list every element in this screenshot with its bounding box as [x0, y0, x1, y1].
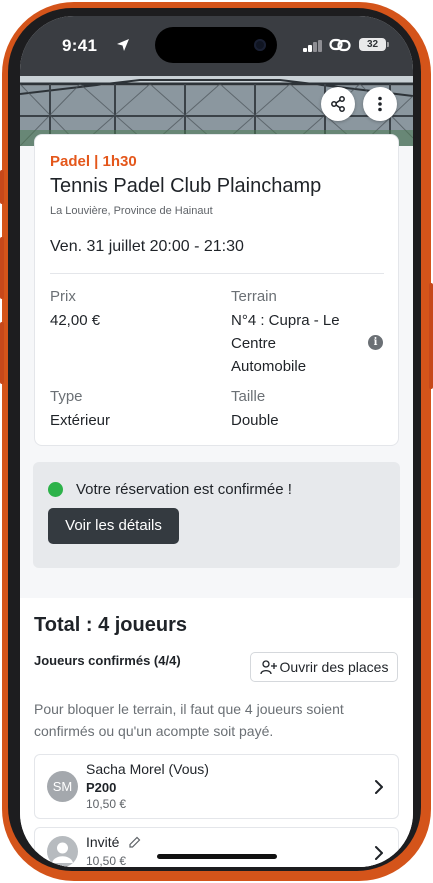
confirmed-players-title: Joueurs confirmés (4/4) [34, 653, 181, 668]
player-level: P200 [86, 780, 117, 795]
status-bar: 9:41 32 [20, 16, 413, 76]
battery-cap [387, 42, 389, 47]
status-dot-icon [48, 482, 63, 497]
more-options-button[interactable] [363, 87, 397, 121]
size-label: Taille [231, 388, 266, 405]
more-vertical-icon [378, 96, 382, 112]
add-user-icon [259, 659, 277, 674]
court-value-line: N°4 : Cupra - Le [231, 312, 340, 329]
view-details-button[interactable]: Voir les détails [48, 508, 179, 544]
location-arrow-icon [117, 39, 129, 51]
chevron-right-icon [375, 846, 383, 860]
link-icon [329, 38, 351, 52]
guest-avatar-icon [47, 836, 78, 867]
booking-card: Padel | 1h30 Tennis Padel Club Plaincham… [34, 134, 399, 446]
action-button [0, 170, 4, 204]
size-value: Double [231, 412, 279, 429]
club-name: Tennis Padel Club Plainchamp [50, 175, 322, 197]
sport-duration-label: Padel | 1h30 [50, 153, 137, 170]
type-label: Type [50, 388, 83, 405]
share-icon [331, 96, 345, 112]
type-value: Extérieur [50, 412, 111, 429]
player-price: 10,50 € [86, 797, 127, 811]
status-time: 9:41 [62, 36, 98, 55]
power-button [429, 283, 433, 389]
volume-down-button [0, 322, 4, 384]
camera-icon [254, 39, 266, 51]
screen: 9:41 32 Padel | 1h30 Tennis Padel Club P… [20, 16, 413, 867]
info-icon[interactable]: i [368, 335, 383, 350]
edit-icon[interactable] [128, 835, 142, 849]
player-row[interactable]: SM Sacha Morel (Vous) P200 10,50 € [34, 754, 399, 819]
cellular-signal-icon [303, 40, 323, 52]
home-indicator[interactable] [157, 854, 277, 859]
divider [50, 273, 384, 274]
open-places-label: Ouvrir des places [279, 659, 389, 675]
booking-slot: Ven. 31 juillet 20:00 - 21:30 [50, 238, 244, 255]
confirmation-banner: Votre réservation est confirmée ! Voir l… [33, 462, 400, 568]
confirmation-message: Votre réservation est confirmée ! [76, 481, 292, 498]
player-name: Sacha Morel (Vous) [86, 761, 209, 777]
guest-name: Invité [86, 834, 120, 850]
court-value-line: Automobile [231, 358, 307, 375]
share-button[interactable] [321, 87, 355, 121]
players-total: Total : 4 joueurs [34, 614, 187, 636]
price-label: Prix [50, 288, 76, 305]
court-label: Terrain [231, 288, 277, 305]
club-location: La Louvière, Province de Hainaut [50, 205, 213, 217]
player-row[interactable]: Invité 10,50 € [34, 827, 399, 867]
players-section: Total : 4 joueurs Joueurs confirmés (4/4… [20, 598, 413, 867]
battery-icon: 32 [359, 38, 386, 51]
court-value-line: Centre [231, 335, 277, 352]
player-price: 10,50 € [86, 854, 127, 867]
chevron-right-icon [375, 780, 383, 794]
booking-hint: Pour bloquer le terrain, il faut que 4 j… [34, 701, 344, 739]
open-places-button[interactable]: Ouvrir des places [250, 652, 398, 682]
avatar: SM [47, 771, 78, 802]
player-name: Invité [86, 834, 142, 850]
volume-up-button [0, 237, 4, 299]
price-value: 42,00 € [50, 312, 101, 329]
